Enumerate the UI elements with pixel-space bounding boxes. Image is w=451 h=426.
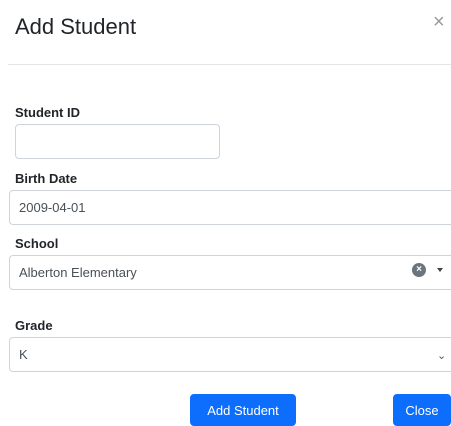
birth-date-value: 2009-04-01	[19, 200, 86, 215]
add-student-button[interactable]: Add Student	[190, 394, 296, 426]
grade-label: Grade	[15, 318, 53, 333]
birth-date-field[interactable]: 2009-04-01	[9, 190, 451, 225]
caret-down-icon[interactable]	[437, 268, 443, 272]
student-id-label: Student ID	[15, 105, 80, 120]
header-divider	[8, 64, 451, 65]
school-select[interactable]: Alberton Elementary	[9, 255, 451, 290]
grade-value: K	[19, 347, 28, 362]
clear-icon[interactable]: ×	[412, 263, 426, 277]
grade-select[interactable]: K	[9, 337, 451, 372]
birth-date-label: Birth Date	[15, 171, 78, 186]
student-id-input[interactable]	[25, 125, 210, 158]
school-label: School	[15, 236, 59, 251]
close-button[interactable]: Close	[393, 394, 451, 426]
chevron-down-icon: ⌄	[437, 350, 447, 362]
student-id-field[interactable]	[15, 124, 220, 159]
close-icon[interactable]: ×	[433, 12, 445, 32]
school-value: Alberton Elementary	[19, 265, 137, 280]
modal-title: Add Student	[15, 14, 137, 39]
